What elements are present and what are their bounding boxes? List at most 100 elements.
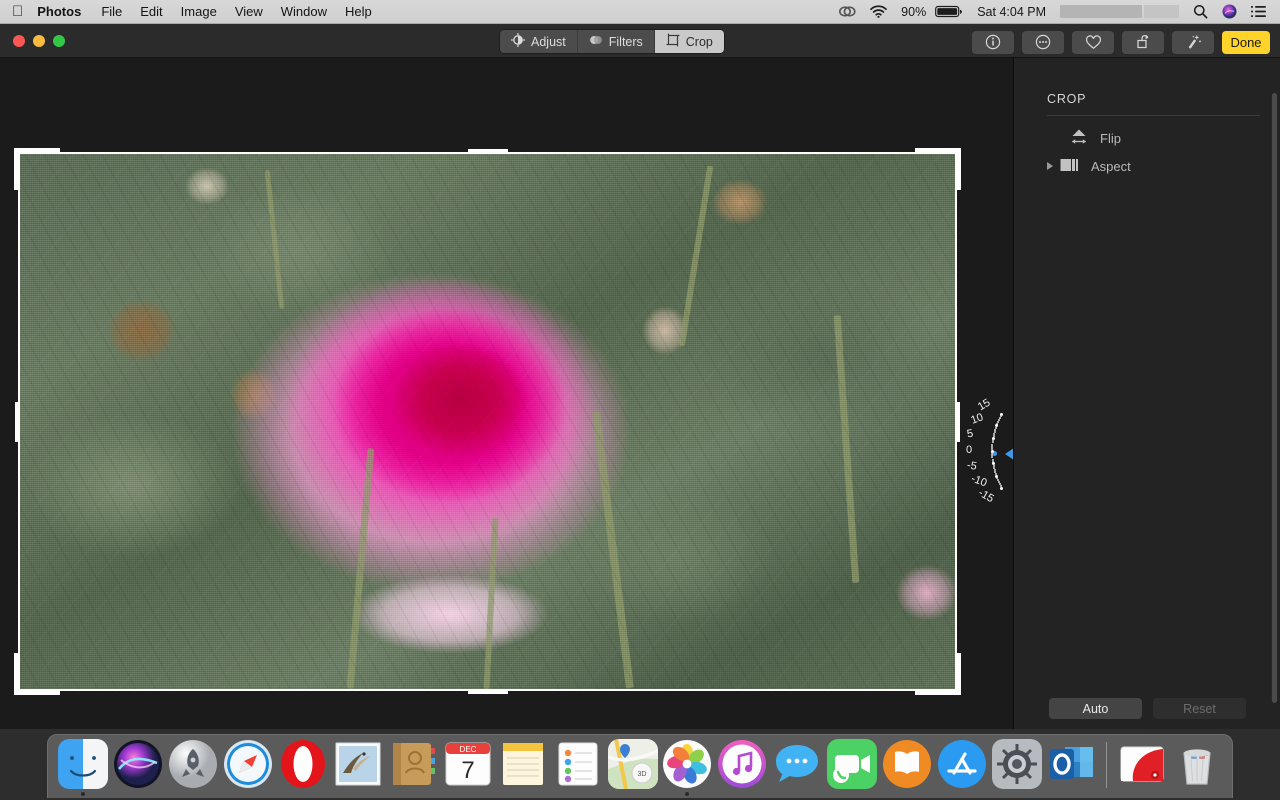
app-running-indicator [685,792,690,796]
battery-icon[interactable] [933,0,970,23]
svg-text:3D: 3D [637,771,646,778]
edit-mode-segmented-control: Adjust Filters Crop [500,30,724,53]
dock-item-contacts[interactable] [385,738,440,796]
tab-adjust[interactable]: Adjust [500,30,578,53]
sidebar-item-flip[interactable]: Flip [1069,126,1121,150]
done-button[interactable]: Done [1222,30,1270,54]
wifi-icon[interactable] [863,0,894,23]
menu-item-file[interactable]: File [92,0,131,23]
aspect-icon [1060,157,1080,176]
menu-item-window[interactable]: Window [272,0,336,23]
opera-icon [278,739,328,789]
calendar-icon: DEC 7 [443,739,493,789]
photo-canvas: 15 10 5 0 -5 -10 -15 [0,58,1013,729]
photo-grain [20,154,955,689]
crop-handle-bottom-right[interactable] [955,653,961,695]
minimize-button[interactable] [33,34,45,47]
sidebar-scrollbar-thumb[interactable] [1272,93,1277,703]
dock-item-outlook[interactable] [1044,738,1099,796]
sidebar-title: CROP [1047,92,1087,106]
crop-handle-top-right[interactable] [955,148,961,190]
dock-item-books[interactable] [880,738,935,796]
crop-handle-bottom-center[interactable] [467,690,508,694]
dock-item-notes[interactable] [495,738,550,796]
system-preferences-icon [991,739,1042,789]
itunes-icon [717,739,767,789]
trash-icon [1172,739,1222,789]
dock-item-calendar[interactable]: DEC 7 [440,738,495,796]
dock-item-safari[interactable] [221,738,276,796]
contacts-icon [388,739,438,789]
reset-button[interactable]: Reset [1153,698,1246,719]
info-button[interactable] [972,30,1014,54]
cropped-photo-container[interactable] [14,148,961,695]
sidebar-item-aspect[interactable]: Aspect [1047,154,1131,178]
filters-icon [589,33,603,50]
messages-icon [772,739,822,789]
tab-filters[interactable]: Filters [577,30,655,53]
menu-item-view[interactable]: View [226,0,272,23]
rotation-angle-dial[interactable]: 15 10 5 0 -5 -10 -15 [948,338,1013,564]
launchpad-icon [168,739,218,789]
siri-icon[interactable] [1215,0,1244,23]
crop-icon [666,33,680,50]
search-icon[interactable] [1186,0,1215,23]
tab-adjust-label: Adjust [531,34,566,49]
dock-item-system-preferences[interactable] [989,738,1044,796]
photos-app-window: Adjust Filters Crop Done 15 10 5 0 -5 -1… [0,24,1280,729]
auto-button[interactable]: Auto [1049,698,1142,719]
menu-bar:  Photos File Edit Image View Window Hel… [0,0,1280,24]
sidebar-item-flip-label: Flip [1100,130,1121,146]
dock-item-maps[interactable]: 3D [605,738,660,796]
window-titlebar: Adjust Filters Crop Done [0,24,1280,58]
dock-item-reminders[interactable] [550,738,605,796]
dock-item-finder[interactable] [56,738,111,796]
sidebar-scrollbar[interactable] [1271,93,1278,703]
dock-item-mail[interactable] [331,738,386,796]
auto-enhance-button[interactable] [1172,30,1214,54]
dock-item-app-store[interactable] [935,738,990,796]
notes-icon [498,739,548,789]
dock-item-siri[interactable] [111,738,166,796]
apple-menu-icon[interactable]:  [0,4,34,19]
favorite-button[interactable] [1072,30,1114,54]
dock-item-messages[interactable] [770,738,825,796]
toolbar-right-buttons: Done [972,30,1270,54]
dock-item-itunes[interactable] [715,738,770,796]
crop-handle-bottom-left[interactable] [18,689,60,695]
crop-handle-left-center[interactable] [15,401,19,442]
clock-datetime[interactable]: Sat 4:04 PM [970,0,1053,23]
dial-label-0: 0 [966,444,973,456]
menu-item-image[interactable]: Image [172,0,226,23]
menu-item-help[interactable]: Help [336,0,381,23]
close-button[interactable] [13,34,25,47]
more-options-button[interactable] [1022,30,1064,54]
dial-label-10: 10 [969,411,986,427]
dial-tick-major [1000,486,1004,490]
dial-label-minus5: -5 [966,459,979,473]
dock-item-photos[interactable] [660,738,715,796]
menu-item-edit[interactable]: Edit [131,0,171,23]
crop-handle-top-center[interactable] [467,149,508,153]
adjust-icon [511,33,525,50]
tab-crop[interactable]: Crop [654,30,724,53]
tab-crop-label: Crop [685,34,713,49]
creative-cloud-icon[interactable] [832,0,863,23]
svg-text:7: 7 [461,757,474,784]
crop-handle-bottom-right[interactable] [915,689,957,695]
outlook-icon [1047,739,1097,789]
menu-item-app-name[interactable]: Photos [34,0,92,23]
dock-item-trash[interactable] [1169,738,1224,796]
rotate-button[interactable] [1122,30,1164,54]
dock-item-opera[interactable] [276,738,331,796]
mail-icon [333,739,383,789]
dial-label-15: 15 [976,396,993,413]
notification-center-icon[interactable] [1244,0,1274,23]
zoom-button[interactable] [53,34,65,47]
books-icon [882,739,932,789]
chevron-right-icon[interactable] [1047,162,1053,170]
dock-item-launchpad[interactable] [166,738,221,796]
dock-item-facetime[interactable] [825,738,880,796]
dock-item-downloads-folder[interactable] [1114,738,1169,796]
dial-label-minus10: -10 [969,472,989,490]
